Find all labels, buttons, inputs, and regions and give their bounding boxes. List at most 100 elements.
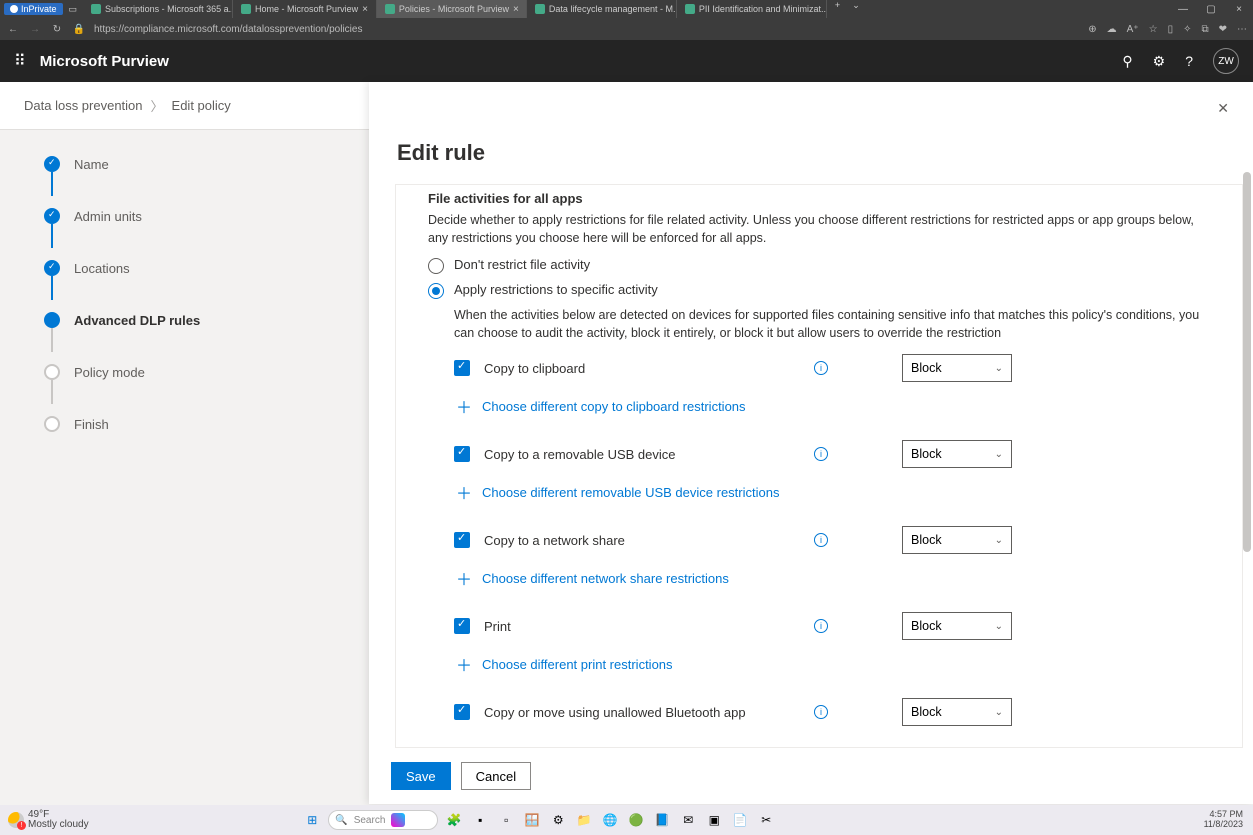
taskbar-clock[interactable]: 4:57 PM 11/8/2023 xyxy=(1204,810,1253,830)
read-aloud-icon[interactable]: A⁺ xyxy=(1127,24,1139,35)
cancel-button[interactable]: Cancel xyxy=(461,762,531,790)
activity-copy-network: Copy to a network share i Block⌄ xyxy=(454,526,1210,554)
restrictions-subdesc: When the activities below are detected o… xyxy=(454,307,1210,342)
step-name[interactable]: Name xyxy=(44,150,368,178)
taskbar-app-icon[interactable]: ▪ xyxy=(470,810,490,830)
checkbox[interactable] xyxy=(454,704,470,720)
window-maximize[interactable]: ▢ xyxy=(1197,4,1225,15)
tab-strip-icon[interactable]: ▭ xyxy=(63,4,84,15)
panel-footer: Save Cancel xyxy=(369,748,1253,804)
checkbox[interactable] xyxy=(454,618,470,634)
split-icon[interactable]: ▯ xyxy=(1168,24,1174,35)
taskbar-app-icon[interactable]: 📄 xyxy=(730,810,750,830)
activity-copy-usb: Copy to a removable USB device i Block⌄ xyxy=(454,440,1210,468)
info-icon[interactable]: i xyxy=(814,447,828,461)
weather-widget[interactable]: 49°FMostly cloudy xyxy=(0,810,89,830)
add-network-restriction[interactable]: ＋Choose different network share restrict… xyxy=(456,566,1210,590)
radio-dont-restrict[interactable]: Don't restrict file activity xyxy=(428,257,1210,274)
avatar[interactable]: ZW xyxy=(1213,48,1239,74)
chevron-right-icon: 〉 xyxy=(151,96,164,115)
browser-tab-2[interactable]: Policies - Microsoft Purview× xyxy=(377,0,527,18)
checkbox[interactable] xyxy=(454,532,470,548)
activity-copy-clipboard: Copy to clipboard i Block⌄ xyxy=(454,354,1210,382)
step-policy-mode[interactable]: Policy mode xyxy=(44,358,368,386)
extensions-icon[interactable]: ❤ xyxy=(1219,24,1227,35)
action-select[interactable]: Block⌄ xyxy=(902,440,1012,468)
help-icon[interactable]: ? xyxy=(1185,53,1193,69)
taskbar-app-icon[interactable]: ⚙ xyxy=(548,810,568,830)
search-highlight-icon xyxy=(391,813,405,827)
favorite-icon[interactable]: ☆ xyxy=(1149,24,1158,35)
taskbar-app-icon[interactable]: ▫ xyxy=(496,810,516,830)
plus-icon: ＋ xyxy=(456,394,472,418)
more-icon[interactable]: ⋯ xyxy=(1237,24,1247,35)
new-tab-button[interactable]: + xyxy=(827,0,848,18)
taskbar-app-icon[interactable]: 📁 xyxy=(574,810,594,830)
zoom-icon[interactable]: ⊕ xyxy=(1088,24,1096,35)
taskbar-app-icon[interactable]: ▣ xyxy=(704,810,724,830)
panel-close-button[interactable]: ✕ xyxy=(1217,100,1229,117)
step-locations[interactable]: Locations xyxy=(44,254,368,282)
forward-button[interactable]: → xyxy=(28,24,42,35)
activity-print: Print i Block⌄ xyxy=(454,612,1210,640)
breadcrumb-current: Edit policy xyxy=(172,98,231,113)
inprivate-badge: InPrivate xyxy=(4,3,63,15)
action-select[interactable]: Block⌄ xyxy=(902,526,1012,554)
taskbar-app-icon[interactable]: ✉ xyxy=(678,810,698,830)
checkbox[interactable] xyxy=(454,446,470,462)
step-advanced-dlp-rules[interactable]: Advanced DLP rules xyxy=(44,306,368,334)
info-icon[interactable]: i xyxy=(814,361,828,375)
browser-tab-1[interactable]: Home - Microsoft Purview× xyxy=(233,0,377,18)
close-icon[interactable]: × xyxy=(513,4,519,15)
add-usb-restriction[interactable]: ＋Choose different removable USB device r… xyxy=(456,480,1210,504)
collections-icon[interactable]: ⧉ xyxy=(1201,24,1208,35)
browser-tab-3[interactable]: Data lifecycle management - M...× xyxy=(527,0,677,18)
taskbar-app-icon[interactable]: 🪟 xyxy=(522,810,542,830)
step-finish[interactable]: Finish xyxy=(44,410,368,438)
app-launcher-icon[interactable]: ⠿ xyxy=(14,51,26,71)
info-icon[interactable]: i xyxy=(814,619,828,633)
chevron-down-icon: ⌄ xyxy=(995,449,1003,460)
taskbar-app-icon[interactable]: 🟢 xyxy=(626,810,646,830)
breadcrumb-root[interactable]: Data loss prevention xyxy=(24,98,143,113)
add-clipboard-restriction[interactable]: ＋Choose different copy to clipboard rest… xyxy=(456,394,1210,418)
taskbar-app-icon[interactable]: ✂ xyxy=(756,810,776,830)
url-text[interactable]: https://compliance.microsoft.com/datalos… xyxy=(94,24,1080,35)
gear-icon[interactable]: ⚙ xyxy=(1153,53,1166,70)
radio-apply-restrictions[interactable]: Apply restrictions to specific activity xyxy=(428,282,1210,299)
info-icon[interactable]: i xyxy=(814,705,828,719)
site-lock-icon[interactable]: 🔒 xyxy=(72,24,86,35)
save-button[interactable]: Save xyxy=(391,762,451,790)
action-select[interactable]: Block⌄ xyxy=(902,612,1012,640)
window-close[interactable]: × xyxy=(1225,4,1253,15)
section-title: File activities for all apps xyxy=(428,191,1210,206)
checkbox[interactable] xyxy=(454,360,470,376)
action-select[interactable]: Block⌄ xyxy=(902,698,1012,726)
tab-menu-button[interactable]: ⌄ xyxy=(848,0,864,18)
radio-icon[interactable] xyxy=(428,258,444,274)
browser-tab-4[interactable]: PII Identification and Minimizat...× xyxy=(677,0,827,18)
radio-icon[interactable] xyxy=(428,283,444,299)
refresh-button[interactable]: ↻ xyxy=(50,24,64,35)
panel-scroll-area[interactable]: File activities for all apps Decide whet… xyxy=(396,185,1242,747)
share-icon[interactable]: ⚲ xyxy=(1122,53,1132,70)
plus-icon: ＋ xyxy=(456,566,472,590)
step-admin-units[interactable]: Admin units xyxy=(44,202,368,230)
browser-tab-0[interactable]: Subscriptions - Microsoft 365 a...× xyxy=(83,0,233,18)
action-select[interactable]: Block⌄ xyxy=(902,354,1012,382)
taskbar: 49°FMostly cloudy ⊞ 🔍Search 🧩 ▪ ▫ 🪟 ⚙ 📁 … xyxy=(0,805,1253,835)
start-button[interactable]: ⊞ xyxy=(302,810,322,830)
back-button[interactable]: ← xyxy=(6,24,20,35)
taskbar-app-icon[interactable]: 🧩 xyxy=(444,810,464,830)
info-icon[interactable]: i xyxy=(814,533,828,547)
add-print-restriction[interactable]: ＋Choose different print restrictions xyxy=(456,652,1210,676)
favorites-bar-icon[interactable]: ✧ xyxy=(1183,24,1191,35)
section-desc: Decide whether to apply restrictions for… xyxy=(428,212,1210,247)
close-icon[interactable]: × xyxy=(362,4,368,15)
taskbar-app-icon[interactable]: 📘 xyxy=(652,810,672,830)
edit-rule-panel: ✕ Edit rule File activities for all apps… xyxy=(369,82,1253,804)
cloud-icon[interactable]: ☁ xyxy=(1107,24,1117,35)
taskbar-search[interactable]: 🔍Search xyxy=(328,810,438,830)
taskbar-app-icon[interactable]: 🌐 xyxy=(600,810,620,830)
window-minimize[interactable]: — xyxy=(1169,4,1197,15)
